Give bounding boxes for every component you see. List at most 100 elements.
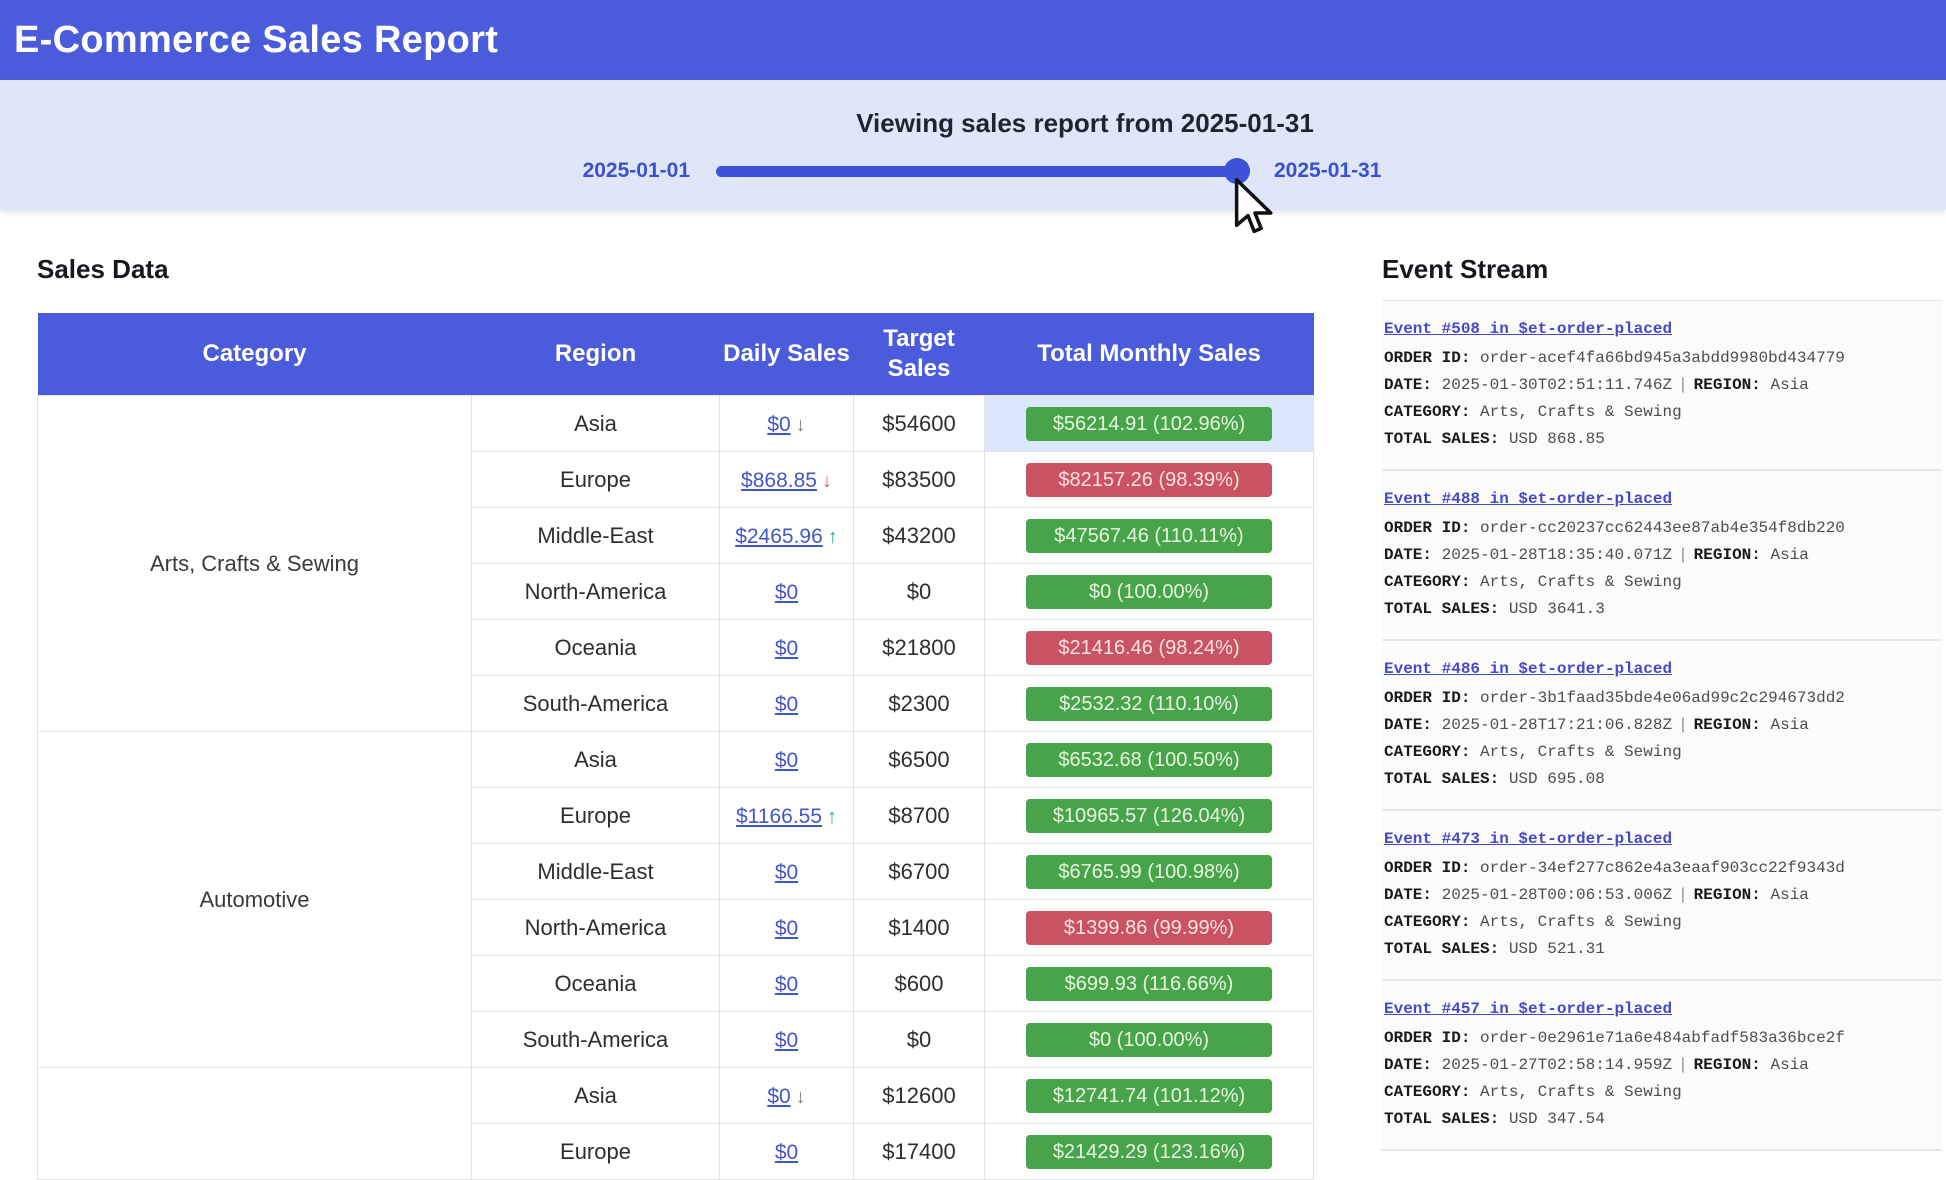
daily-sales-cell: $0↓ [720, 396, 854, 452]
table-row: AutomotiveAsia$0$6500$6532.68 (100.50%) [38, 732, 1314, 788]
total-sales-badge: $47567.46 (110.11%) [1026, 519, 1272, 553]
total-sales-cell: $21429.29 (123.16%) [985, 1124, 1314, 1180]
daily-sales-link[interactable]: $0 [775, 973, 798, 996]
event-link[interactable]: Event #488 in $et-order-placed [1384, 486, 1672, 513]
region-cell: Asia [472, 732, 720, 788]
region-label: REGION: [1694, 1056, 1761, 1074]
separator: | [1672, 546, 1694, 564]
region-cell: South-America [472, 1012, 720, 1068]
event-date-line: DATE: 2025-01-27T02:58:14.959Z|REGION: A… [1384, 1052, 1938, 1079]
daily-sales-link[interactable]: $0 [775, 917, 798, 940]
order-id-value: order-0e2961e71a6e484abfadf583a36bce2f [1480, 1029, 1845, 1047]
daily-sales-cell: $2465.96↑ [720, 508, 854, 564]
total-sales-badge: $2532.32 (110.10%) [1026, 687, 1272, 721]
daily-sales-cell: $868.85↓ [720, 452, 854, 508]
trend-down-icon: ↓ [796, 1086, 806, 1108]
target-sales-cell: $8700 [854, 788, 985, 844]
event-order-line: ORDER ID: order-acef4fa66bd945a3abdd9980… [1384, 345, 1938, 372]
region-cell: Europe [472, 452, 720, 508]
daily-sales-cell: $0 [720, 844, 854, 900]
daily-sales-link[interactable]: $0 [767, 1085, 790, 1108]
total-sales-badge: $56214.91 (102.96%) [1026, 407, 1272, 441]
target-sales-cell: $83500 [854, 452, 985, 508]
daily-sales-cell: $1166.55↑ [720, 788, 854, 844]
category-cell: Automotive [38, 732, 472, 1068]
region-value: Asia [1771, 716, 1809, 734]
total-sales-badge: $21429.29 (123.16%) [1026, 1135, 1272, 1169]
event-date-line: DATE: 2025-01-28T00:06:53.006Z|REGION: A… [1384, 882, 1938, 909]
event-category-line: CATEGORY: Arts, Crafts & Sewing [1384, 739, 1938, 766]
date-value: 2025-01-28T18:35:40.071Z [1442, 546, 1672, 564]
daily-sales-cell: $0 [720, 620, 854, 676]
event-category-line: CATEGORY: Arts, Crafts & Sewing [1384, 399, 1938, 426]
total-sales-badge: $12741.74 (101.12%) [1026, 1079, 1272, 1113]
event-link[interactable]: Event #486 in $et-order-placed [1384, 656, 1672, 683]
event-link[interactable]: Event #457 in $et-order-placed [1384, 996, 1672, 1023]
region-value: Asia [1771, 1056, 1809, 1074]
daily-sales-link[interactable]: $2465.96 [735, 525, 823, 548]
daily-sales-link[interactable]: $0 [775, 1029, 798, 1052]
slider-max-label: 2025-01-31 [1274, 159, 1381, 183]
total-sales-value: USD 868.85 [1509, 430, 1605, 448]
order-id-value: order-cc20237cc62443ee87ab4e354f8db220 [1480, 519, 1845, 537]
region-cell: Asia [472, 1068, 720, 1124]
total-sales-cell: $56214.91 (102.96%) [985, 396, 1314, 452]
event-card: Event #486 in $et-order-placedORDER ID: … [1382, 641, 1942, 811]
daily-sales-link[interactable]: $868.85 [741, 469, 817, 492]
total-sales-badge: $21416.46 (98.24%) [1026, 631, 1272, 665]
target-sales-cell: $21800 [854, 620, 985, 676]
order-id-value: order-34ef277c862e4a3eaaf903cc22f9343d [1480, 859, 1845, 877]
daily-sales-link[interactable]: $1166.55 [736, 805, 822, 828]
daily-sales-cell: $0 [720, 900, 854, 956]
region-label: REGION: [1694, 546, 1761, 564]
daily-sales-link[interactable]: $0 [775, 637, 798, 660]
sales-table: Category Region Daily Sales Target Sales… [37, 313, 1314, 1180]
region-cell: South-America [472, 676, 720, 732]
daily-sales-link[interactable]: $0 [775, 861, 798, 884]
total-sales-cell: $47567.46 (110.11%) [985, 508, 1314, 564]
total-sales-badge: $82157.26 (98.39%) [1026, 463, 1272, 497]
date-slider-track[interactable] [716, 166, 1241, 177]
event-link[interactable]: Event #473 in $et-order-placed [1384, 826, 1672, 853]
category-label: CATEGORY: [1384, 1083, 1470, 1101]
total-sales-label: TOTAL SALES: [1384, 1110, 1499, 1128]
category-cell [38, 1068, 472, 1180]
region-cell: Oceania [472, 620, 720, 676]
date-label: DATE: [1384, 716, 1432, 734]
table-row: Asia$0↓$12600$12741.74 (101.12%) [38, 1068, 1314, 1124]
category-label: CATEGORY: [1384, 403, 1470, 421]
total-sales-value: USD 521.31 [1509, 940, 1605, 958]
region-cell: Oceania [472, 956, 720, 1012]
total-sales-badge: $6532.68 (100.50%) [1026, 743, 1272, 777]
daily-sales-cell: $0 [720, 1124, 854, 1180]
date-label: DATE: [1384, 546, 1432, 564]
daily-sales-link[interactable]: $0 [775, 1141, 798, 1164]
order-id-label: ORDER ID: [1384, 859, 1470, 877]
col-header-total-monthly-sales: Total Monthly Sales [985, 313, 1314, 396]
daily-sales-link[interactable]: $0 [775, 693, 798, 716]
col-header-target-sales: Target Sales [854, 313, 985, 396]
target-sales-cell: $17400 [854, 1124, 985, 1180]
total-sales-badge: $6765.99 (100.98%) [1026, 855, 1272, 889]
total-sales-badge: $699.93 (116.66%) [1026, 967, 1272, 1001]
region-value: Asia [1771, 546, 1809, 564]
order-id-label: ORDER ID: [1384, 689, 1470, 707]
daily-sales-link[interactable]: $0 [775, 749, 798, 772]
event-total-line: TOTAL SALES: USD 868.85 [1384, 426, 1938, 453]
total-sales-label: TOTAL SALES: [1384, 940, 1499, 958]
daily-sales-link[interactable]: $0 [767, 413, 790, 436]
target-sales-cell: $6500 [854, 732, 985, 788]
col-header-daily-sales: Daily Sales [720, 313, 854, 396]
order-id-label: ORDER ID: [1384, 349, 1470, 367]
total-sales-value: USD 347.54 [1509, 1110, 1605, 1128]
event-link[interactable]: Event #508 in $et-order-placed [1384, 316, 1672, 343]
daily-sales-link[interactable]: $0 [775, 581, 798, 604]
total-sales-cell: $0 (100.00%) [985, 564, 1314, 620]
event-category-line: CATEGORY: Arts, Crafts & Sewing [1384, 1079, 1938, 1106]
total-sales-badge: $1399.86 (99.99%) [1026, 911, 1272, 945]
order-id-label: ORDER ID: [1384, 1029, 1470, 1047]
event-card: Event #473 in $et-order-placedORDER ID: … [1382, 811, 1942, 981]
region-cell: Europe [472, 788, 720, 844]
total-sales-label: TOTAL SALES: [1384, 430, 1499, 448]
total-sales-cell: $6532.68 (100.50%) [985, 732, 1314, 788]
